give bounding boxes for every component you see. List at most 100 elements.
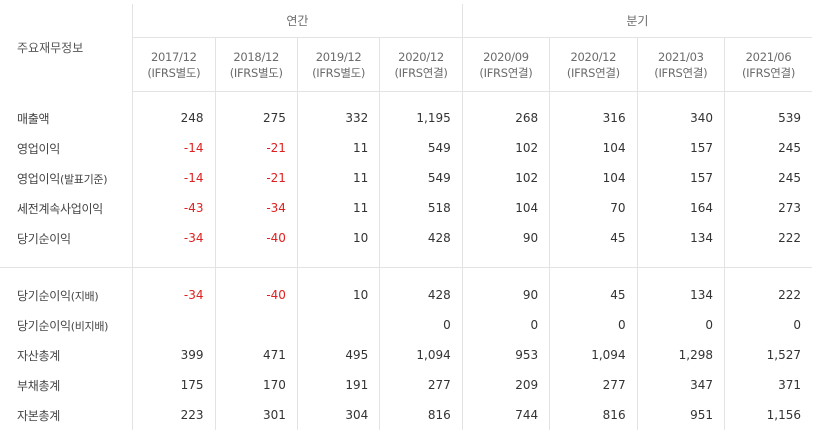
table-cell: 471 xyxy=(215,340,298,370)
period-basis: (IFRS연결) xyxy=(654,65,708,80)
table-cell: 371 xyxy=(778,378,801,392)
table-cell: 0 xyxy=(549,310,638,340)
table-cell: 275 xyxy=(215,103,298,133)
table-row: 당기순이익(지배) -34 -40 10 428 90 45 134 222 xyxy=(0,280,812,310)
table-cell: 104 xyxy=(549,163,638,193)
table-cell: 277 xyxy=(379,370,463,400)
table-cell: 549 xyxy=(379,163,463,193)
period-basis: (IFRS별도) xyxy=(312,65,366,80)
period-date: 2019/12 xyxy=(315,49,362,64)
table-cell: 102 xyxy=(462,163,551,193)
row-label: 자산총계 xyxy=(0,340,134,370)
row-label: 영업이익(발표기준) xyxy=(0,163,134,193)
table-cell: 301 xyxy=(215,400,298,430)
table-row: 자산총계 399 471 495 1,094 953 1,094 1,298 1,527 xyxy=(0,340,812,370)
table-cell: 90 xyxy=(462,223,551,253)
table-cell: 90 xyxy=(462,280,551,310)
table-row: 자본총계 223 301 304 816 744 816 951 1,156 xyxy=(0,400,812,430)
table-cell: 268 xyxy=(462,103,551,133)
table-cell: 10 xyxy=(297,280,381,310)
table-cell: 11 xyxy=(297,163,381,193)
table-cell: 157 xyxy=(637,163,726,193)
table-cell: -34 xyxy=(132,223,216,253)
table-cell: 953 xyxy=(462,340,551,370)
row-label-text: 당기순이익 xyxy=(17,231,71,246)
period-header: 2018/12 (IFRS별도) xyxy=(215,37,298,92)
row-label: 매출액 xyxy=(0,103,134,133)
table-cell: 223 xyxy=(132,400,216,430)
table-cell: 495 xyxy=(297,340,381,370)
row-label: 영업이익 xyxy=(0,133,134,163)
table-cell: 134 xyxy=(637,280,726,310)
row-label: 자본총계 xyxy=(0,400,134,430)
row-label-text: 영업이익 xyxy=(17,171,60,186)
table-cell: 277 xyxy=(549,370,638,400)
table-cell: 11 xyxy=(297,133,381,163)
row-label: 당기순이익(비지배) xyxy=(0,310,134,340)
period-header: 2020/09 (IFRS연결) xyxy=(462,37,551,92)
table-cell: 175 xyxy=(132,370,216,400)
table-cell: 1,298 xyxy=(637,340,726,370)
table-cell: -40 xyxy=(215,280,298,310)
group-header-annual: 연간 xyxy=(132,4,463,38)
table-row: 부채총계 175 170 191 277 209 277 347 371 xyxy=(0,370,812,400)
table-cell: 518 xyxy=(379,193,463,223)
table-row: 당기순이익(비지배) 0 0 0 0 0 xyxy=(0,310,812,340)
table-cell: 157 xyxy=(637,133,726,163)
table-cell: -34 xyxy=(132,280,216,310)
period-header: 2020/12 (IFRS연결) xyxy=(379,37,463,92)
row-label-suffix: (발표기준) xyxy=(59,172,108,186)
table-cell: 104 xyxy=(462,193,551,223)
table-cell: 11 xyxy=(297,193,381,223)
table-cell: 45 xyxy=(549,223,638,253)
table-cell: 273 xyxy=(778,201,801,215)
period-basis: (IFRS연결) xyxy=(741,65,796,80)
table-row: 세전계속사업이익 -43 -34 11 518 104 70 164 273 xyxy=(0,193,812,223)
period-date: 2021/06 xyxy=(745,49,792,64)
table-row: 당기순이익 -34 -40 10 428 90 45 134 222 xyxy=(0,223,812,253)
table-cell: 104 xyxy=(549,133,638,163)
row-label-text: 자산총계 xyxy=(17,348,60,363)
period-basis: (IFRS별도) xyxy=(147,65,201,80)
table-cell: 70 xyxy=(549,193,638,223)
table-cell: 209 xyxy=(462,370,551,400)
table-cell: 245 xyxy=(778,141,801,155)
table-cell: -40 xyxy=(215,223,298,253)
row-label-suffix: (비지배) xyxy=(70,319,109,333)
row-label-text: 매출액 xyxy=(17,111,50,126)
table-cell: 1,094 xyxy=(549,340,638,370)
period-basis: (IFRS별도) xyxy=(229,65,283,80)
row-label: 부채총계 xyxy=(0,370,134,400)
table-title: 주요재무정보 xyxy=(0,4,134,92)
period-basis: (IFRS연결) xyxy=(566,65,620,80)
table-cell: 347 xyxy=(637,370,726,400)
table-cell: 1,156 xyxy=(766,408,801,422)
table-cell: 45 xyxy=(549,280,638,310)
period-header: 2017/12 (IFRS별도) xyxy=(132,37,216,92)
row-label: 세전계속사업이익 xyxy=(0,193,134,223)
table-cell: 1,527 xyxy=(766,348,801,362)
row-label: 당기순이익(지배) xyxy=(0,280,134,310)
row-label-text: 당기순이익 xyxy=(17,288,71,303)
table-cell: 1,094 xyxy=(379,340,463,370)
table-cell xyxy=(215,310,298,340)
row-label-text: 당기순이익 xyxy=(17,318,71,333)
table-cell: 134 xyxy=(637,223,726,253)
table-cell: 304 xyxy=(297,400,381,430)
table-cell: 164 xyxy=(637,193,726,223)
group-header-quarterly: 분기 xyxy=(462,4,812,38)
table-cell: -14 xyxy=(132,133,216,163)
table-cell: 245 xyxy=(778,171,801,185)
financial-table: 주요재무정보 연간 분기 2017/12 (IFRS별도) 2018/12 (IFRS… xyxy=(0,4,812,430)
table-cell: 340 xyxy=(637,103,726,133)
section-spacer xyxy=(0,253,812,268)
row-label-text: 자본총계 xyxy=(17,408,60,423)
table-cell: 539 xyxy=(778,111,801,125)
period-date: 2020/09 xyxy=(483,49,529,64)
table-cell: 222 xyxy=(778,231,801,245)
table-cell: 10 xyxy=(297,223,381,253)
period-date: 2020/12 xyxy=(398,49,444,64)
period-header: 2020/12 (IFRS연결) xyxy=(549,37,638,92)
row-label-text: 세전계속사업이익 xyxy=(17,201,103,216)
period-basis: (IFRS연결) xyxy=(479,65,533,80)
